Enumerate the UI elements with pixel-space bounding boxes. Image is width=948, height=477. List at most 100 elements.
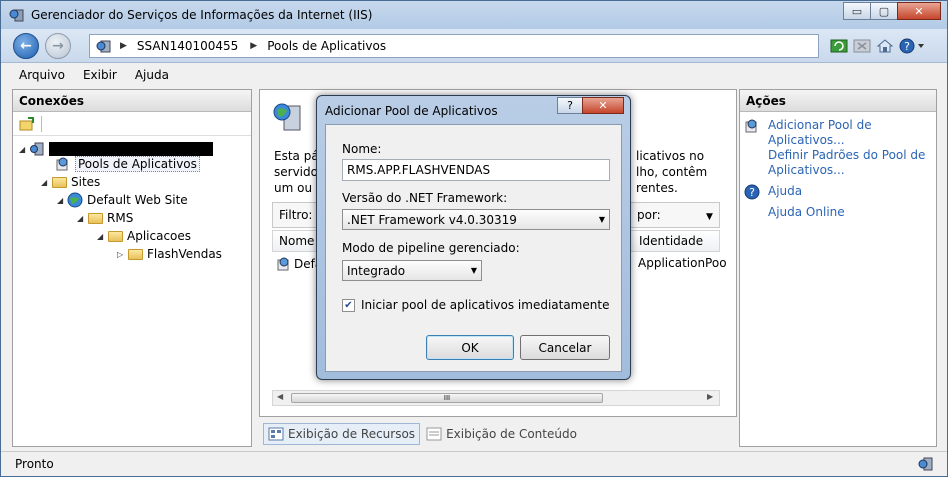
stop-icon[interactable] [852,36,872,56]
dialog-help-button[interactable]: ? [557,97,583,114]
app-pool-icon [277,257,289,271]
dialog-body: Nome: RMS.APP.FLASHVENDAS Versão do .NET… [325,124,622,372]
group-by-label: por: [637,208,661,222]
sites-folder-icon [51,174,67,190]
chevron-right-icon: ▶ [120,41,127,51]
tab-features-view[interactable]: Exibição de Recursos [263,423,421,445]
chevron-right-icon: ▶ [250,41,258,51]
add-app-pool-dialog: Adicionar Pool de Aplicativos ? ✕ Nome: … [316,95,631,380]
horizontal-scrollbar[interactable]: ◀ III ▶ [272,390,720,406]
tree-label-flashvendas: FlashVendas [147,247,222,261]
scroll-left-icon[interactable]: ◀ [277,392,283,401]
status-text: Pronto [15,457,54,471]
svg-text:?: ? [904,40,910,53]
checkmark-icon: ✔ [342,298,355,312]
start-immediately-label: Iniciar pool de aplicativos imediatament… [361,298,610,312]
action-help[interactable]: ? Ajuda [744,184,802,204]
start-immediately-checkbox[interactable]: ✔ Iniciar pool de aplicativos imediatame… [342,298,609,312]
row-identity: ApplicationPoo [638,256,727,270]
dialog-title: Adicionar Pool de Aplicativos [325,104,498,118]
arrow-left-icon: ← [20,38,32,54]
tree-label-aplicacoes: Aplicacoes [127,229,192,243]
collapse-icon[interactable]: ◢ [97,232,107,241]
svg-text:?: ? [749,186,755,199]
tree-sites[interactable]: ◢ Sites [41,173,100,191]
collapse-icon[interactable]: ◢ [57,196,67,205]
col-header-identity[interactable]: Identidade [639,234,703,248]
tree-label-rms: RMS [107,211,134,225]
dropdown-arrow-icon: ▼ [470,266,477,275]
folder-icon [107,228,123,244]
app-pools-large-icon [273,103,301,131]
network-status-icon [918,457,933,471]
scroll-right-icon[interactable]: ▶ [707,392,713,401]
close-button[interactable]: ✕ [897,2,941,20]
cancel-button[interactable]: Cancelar [520,335,610,360]
collapse-icon[interactable]: ◢ [77,214,87,223]
minimize-button[interactable]: ▭ [843,2,871,20]
tab-content-view[interactable]: Exibição de Conteúdo [422,423,581,445]
tree-rms[interactable]: ◢ RMS [77,209,133,227]
menu-ajuda[interactable]: Ajuda [135,68,169,82]
content-view-icon [426,427,442,441]
add-app-pool-icon [744,118,762,148]
collapse-icon[interactable]: ◢ [19,145,29,154]
server-icon [96,40,111,53]
actions-panel: Ações Adicionar Pool de Aplicativos... D… [739,89,937,447]
action-set-defaults[interactable]: Definir Padrões do Pool de Aplicativos..… [768,148,925,178]
title-bar: Gerenciador do Serviços de Informações d… [1,1,947,29]
name-label: Nome: [342,142,382,156]
ok-button[interactable]: OK [426,335,514,360]
framework-label: Versão do .NET Framework: [342,191,508,205]
col-header-name[interactable]: Nome [279,234,314,248]
arrow-right-icon: → [52,38,64,54]
status-bar: Pronto [1,451,947,476]
tree-label-sites: Sites [71,175,101,189]
view-tabs: Exibição de Recursos Exibição de Conteúd… [263,423,583,445]
filter-label: Filtro: [279,208,313,222]
home-icon[interactable] [875,36,895,56]
forward-button[interactable]: → [45,33,71,59]
help-dropdown-icon[interactable]: ? [898,36,928,56]
tree-app-pools[interactable]: Pools de Aplicativos [55,155,200,173]
tree-flashvendas[interactable]: ▷ FlashVendas [117,245,222,263]
address-bar: ← → ▶ SSAN140100455 ▶ Pools de Aplicativ… [1,29,947,63]
pipeline-select[interactable]: Integrado ▼ [342,260,482,281]
refresh-icon[interactable] [829,36,849,56]
scrollbar-thumb[interactable]: III [291,393,603,403]
menu-arquivo[interactable]: Arquivo [19,68,65,82]
menu-exibir[interactable]: Exibir [83,68,117,82]
actions-header: Ações [740,90,936,112]
framework-select[interactable]: .NET Framework v4.0.30319 ▼ [342,209,610,230]
tree-label-default-web-site: Default Web Site [87,193,188,207]
help-icon: ? [744,184,762,204]
folder-icon [127,246,143,262]
name-input[interactable]: RMS.APP.FLASHVENDAS [342,159,610,181]
folder-icon [87,210,103,226]
iis-app-icon [9,9,24,22]
dropdown-arrow-icon[interactable]: ▼ [706,212,720,226]
address-path[interactable]: ▶ SSAN140100455 ▶ Pools de Aplicativos [89,34,819,58]
expand-icon[interactable]: ▷ [117,250,127,259]
tree-default-web-site[interactable]: ◢ Default Web Site [57,191,188,209]
back-button[interactable]: ← [13,33,39,59]
features-view-icon [268,427,284,441]
globe-icon [67,192,83,208]
action-add-app-pool[interactable]: Adicionar Pool de Aplicativos... [744,118,872,148]
collapse-icon[interactable]: ◢ [41,178,51,187]
tree-aplicacoes[interactable]: ◢ Aplicacoes [97,227,191,245]
tree-label-app-pools: Pools de Aplicativos [75,156,200,172]
dropdown-arrow-icon: ▼ [598,215,605,224]
description-text-right: licativos no lho, contêm rentes. [636,149,708,195]
breadcrumb-app-pools[interactable]: Pools de Aplicativos [267,39,386,53]
server-icon [29,141,45,157]
maximize-button[interactable]: ▢ [870,2,898,20]
connect-icon[interactable] [19,116,35,132]
connections-panel: Conexões ◢ Pools de Aplicativos ◢ Sites [12,89,252,447]
breadcrumb-server[interactable]: SSAN140100455 [137,39,238,53]
window-title: Gerenciador do Serviços de Informações d… [31,8,373,22]
dialog-close-button[interactable]: ✕ [582,97,624,114]
action-help-online[interactable]: Ajuda Online [768,205,845,220]
menu-bar: Arquivo Exibir Ajuda [1,64,947,86]
connections-header: Conexões [13,90,251,112]
